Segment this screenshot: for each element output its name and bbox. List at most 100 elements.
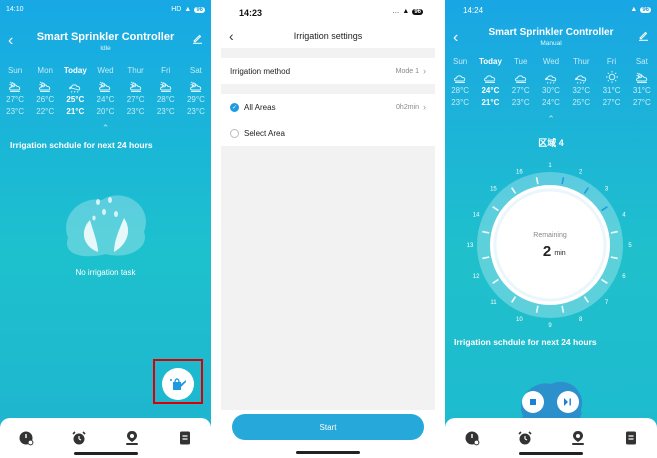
alarm-clock-icon — [72, 431, 86, 445]
weather-day: Wed 30°C 24°C — [537, 57, 565, 109]
weather-day-label: Fri — [606, 57, 617, 66]
stopwatch-icon — [465, 431, 479, 446]
page-title: Irrigation settings — [293, 31, 363, 41]
weather-low-temp: 23°C — [511, 98, 530, 107]
battery-indicator: 96 — [194, 6, 205, 13]
weather-day-label: Today — [63, 66, 87, 75]
weather-low-temp: 21°C — [66, 107, 85, 116]
status-icons: HD ▲ 96 — [171, 6, 205, 13]
wifi-icon: ▲ — [630, 6, 638, 13]
stop-button[interactable] — [522, 391, 544, 413]
weather-day: Fri 28°C 23°C — [152, 66, 180, 118]
document-icon — [625, 431, 636, 445]
irrigation-method-row[interactable]: Irrigation method Mode 1 › — [221, 58, 435, 84]
dial-number: 16 — [516, 169, 523, 175]
dial-number: 15 — [490, 187, 497, 193]
weather-high-temp: 24°C — [481, 86, 500, 95]
weather-low-temp: 24°C — [542, 98, 560, 107]
location-pin-icon — [125, 431, 138, 445]
all-areas-duration: 0h2min — [396, 103, 419, 111]
irrigation-method-label: Irrigation method — [230, 66, 291, 76]
weather-day: Mon 26°C 22°C — [31, 66, 59, 118]
dial-number: 9 — [548, 323, 552, 329]
tab-records[interactable] — [173, 426, 197, 450]
status-icons: ▲ 96 — [630, 6, 651, 13]
cloud-icon — [476, 69, 504, 85]
tab-timer[interactable] — [14, 426, 38, 450]
weather-low-temp: 23°C — [186, 107, 205, 116]
dial-number: 7 — [605, 300, 609, 306]
weather-day: Today 25°C 21°C — [61, 66, 89, 118]
radio-unchecked-icon[interactable] — [230, 128, 239, 138]
cloud-rain-icon — [567, 69, 595, 85]
home-screen-idle: 14:10 HD ▲ 96 ‹ Smart Sprinkler Controll… — [0, 0, 211, 458]
tab-timer[interactable] — [460, 426, 484, 450]
status-time: 14:10 — [6, 6, 24, 13]
dial-number: 10 — [516, 317, 523, 323]
dial-number: 4 — [622, 213, 626, 219]
weather-high-temp: 31°C — [602, 86, 621, 95]
start-button[interactable]: Start — [232, 414, 424, 440]
weather-high-temp: 28°C — [451, 86, 470, 95]
weather-day-label: Mon — [37, 66, 53, 75]
stopwatch-icon — [19, 431, 34, 446]
cloud-sun-icon — [31, 78, 59, 94]
status-icons: … ▲ 96 — [392, 8, 423, 15]
tab-schedule[interactable] — [67, 426, 91, 450]
weather-high-temp: 31°C — [632, 86, 651, 95]
cloud-icon — [507, 69, 535, 85]
edit-icon[interactable] — [192, 33, 203, 47]
all-areas-row[interactable]: ✓ All Areas 0h2min › — [221, 94, 435, 120]
weather-day-label: Thur — [573, 57, 590, 66]
collapse-chevron-icon[interactable]: ⌃ — [445, 114, 657, 125]
weather-day-label: Sun — [453, 57, 468, 66]
play-pause-button[interactable] — [557, 391, 579, 413]
schedule-title: Irrigation schdule for next 24 hours — [10, 140, 153, 150]
settings-empty-area — [221, 146, 435, 410]
checkmark-radio-icon[interactable]: ✓ — [230, 102, 239, 112]
dial-number: 8 — [579, 317, 583, 323]
weather-high-temp: 27°C — [511, 86, 530, 95]
stop-icon — [530, 399, 536, 405]
weather-high-temp: 27°C — [126, 95, 145, 104]
select-area-row[interactable]: Select Area — [221, 120, 435, 146]
cloud-sun-icon — [152, 78, 180, 94]
collapse-chevron-icon[interactable]: ⌃ — [0, 123, 211, 134]
dial-number: 12 — [473, 274, 480, 280]
weather-high-temp: 25°C — [66, 95, 85, 104]
cloud-sun-icon — [182, 78, 210, 94]
home-indicator — [519, 452, 583, 455]
device-status: Idle — [100, 45, 111, 52]
remaining-value: 2 — [543, 243, 551, 260]
weather-day-label: Sat — [189, 66, 202, 75]
dial-number: 6 — [622, 274, 626, 280]
weather-day-label: Fri — [161, 66, 171, 75]
dial-number: 11 — [490, 300, 497, 306]
weather-high-temp: 26°C — [36, 95, 55, 104]
tab-location[interactable] — [566, 426, 590, 450]
weather-high-temp: 30°C — [542, 86, 560, 95]
weather-low-temp: 21°C — [481, 98, 500, 107]
alarm-clock-icon — [517, 431, 532, 445]
home-screen-manual: 14:24 ▲ 96 ‹ Smart Sprinkler Controller … — [445, 0, 657, 458]
status-time: 14:24 — [463, 6, 484, 15]
document-icon — [179, 431, 190, 445]
irrigation-settings-screen: 14:23 … ▲ 96 ‹ Irrigation settings Irrig… — [221, 0, 435, 458]
weather-forecast: Sun 28°C 23°C Today 24°C 21°C Tue 27°C 23°C Wed 30… — [445, 57, 657, 109]
remaining-label: Remaining — [533, 232, 567, 239]
weather-day-label: Wed — [542, 57, 560, 66]
dial-number: 2 — [579, 169, 583, 175]
edit-icon[interactable] — [638, 30, 649, 44]
tab-records[interactable] — [619, 426, 643, 450]
cloud-icon — [446, 69, 474, 85]
countdown-dial[interactable]: 12345678910111213141516 Remaining 2 min — [462, 157, 638, 333]
weather-day: Sun 27°C 23°C — [1, 66, 29, 118]
location-pin-icon — [571, 431, 584, 445]
dial-number: 1 — [548, 163, 552, 169]
weather-day: Today 24°C 21°C — [476, 57, 504, 109]
tab-location[interactable] — [120, 426, 144, 450]
empty-schedule-illustration — [58, 188, 154, 260]
weather-low-temp: 23°C — [451, 98, 470, 107]
tab-schedule[interactable] — [513, 426, 537, 450]
weather-high-temp: 29°C — [186, 95, 205, 104]
